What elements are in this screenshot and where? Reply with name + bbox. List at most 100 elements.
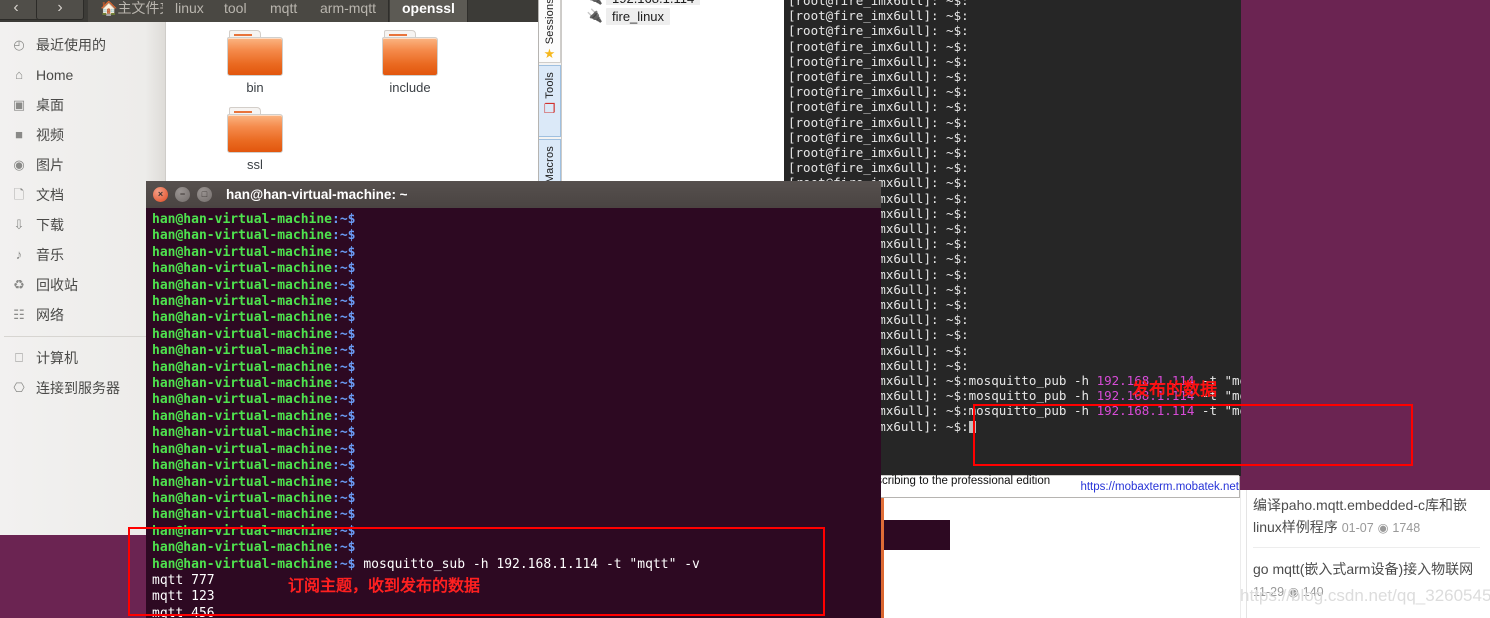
shell-prompt-dir: :~$ — [332, 392, 356, 408]
terminal-prompt-line: [root@fire_imx6ull]: ~$: — [788, 53, 969, 69]
blog-entry-title[interactable]: 编译paho.mqtt.embedded-c库和嵌 — [1253, 494, 1480, 516]
close-icon: × — [157, 189, 164, 199]
sidebar-item-music[interactable]: ♪ 音乐 — [0, 240, 165, 270]
sidebar-item-downloads[interactable]: ⇩ 下载 — [0, 210, 165, 240]
tab-label: Sessions — [543, 0, 556, 45]
published-data-annotation: 发布的数据 — [1132, 380, 1217, 400]
sidebar-item-label: 桌面 — [36, 97, 64, 113]
terminal-prompt-line: [root@fire_imx6ull]: ~$: — [788, 69, 969, 85]
tab-tools[interactable]: Tools ❐ — [539, 65, 561, 137]
close-button[interactable]: × — [153, 187, 168, 202]
forward-button[interactable]: › — [36, 0, 84, 20]
shell-prompt-dir: :~$ — [332, 244, 356, 260]
plug-icon: 🔌 — [586, 8, 604, 23]
connect-server-icon: ⎔ — [13, 380, 25, 395]
sidebar-item-computer[interactable]: ⎕ 计算机 — [0, 343, 165, 373]
shell-prompt-dir: :~$ — [332, 408, 356, 424]
folder-label: ssl — [247, 157, 263, 172]
shell-prompt: han@han-virtual-machine — [152, 343, 333, 359]
blog-sidebar-panel: 编译paho.mqtt.embedded-c库和嵌 linux样例程序 01-0… — [1240, 490, 1490, 618]
folder-item[interactable]: bin — [200, 30, 310, 95]
folder-item[interactable]: ssl — [200, 107, 310, 172]
sidebar-item-documents[interactable]: 🗋 文档 — [0, 180, 165, 210]
sidebar-item-label: Home — [36, 67, 74, 83]
sidebar-item-trash[interactable]: ♻ 回收站 — [0, 270, 165, 300]
plug-icon: 🔌 — [584, 0, 606, 5]
folder-label: bin — [246, 80, 264, 95]
sidebar-item-label: 计算机 — [36, 350, 78, 366]
shell-prompt: han@han-virtual-machine — [152, 425, 333, 441]
shell-prompt: han@han-virtual-machine — [152, 376, 333, 392]
shell-prompt: han@han-virtual-machine — [152, 212, 333, 227]
home-icon: 🏠 — [100, 0, 118, 16]
terminal-prompt-line: [root@fire_imx6ull]: ~$: — [788, 84, 969, 100]
documents-icon: 🗋 — [13, 187, 25, 202]
folder-item[interactable]: include — [355, 30, 465, 95]
shell-prompt-dir: :~$ — [332, 507, 356, 523]
blog-entry-title[interactable]: go mqtt(嵌入式arm设备)接入物联网 — [1253, 558, 1480, 580]
sidebar-item-network[interactable]: ☷ 网络 — [0, 300, 165, 330]
minimize-icon: − — [179, 189, 186, 199]
session-item[interactable]: 🔌 fire_linux — [562, 5, 802, 27]
tab-label: Tools — [543, 72, 556, 99]
terminal-prompt-line: [root@fire_imx6ull]: ~$: — [788, 38, 969, 54]
desktop-white-area — [884, 498, 1240, 618]
shell-prompt-dir: :~$ — [332, 458, 356, 474]
minimize-button[interactable]: − — [175, 187, 190, 202]
sidebar-item-pictures[interactable]: ◉ 图片 — [0, 150, 165, 180]
back-button[interactable]: ‹ — [0, 0, 40, 20]
terminal-prompt-line: [root@fire_imx6ull]: ~$: — [788, 0, 969, 8]
shell-prompt: han@han-virtual-machine — [152, 359, 333, 375]
blog-entry-date: 01-07 — [1341, 521, 1374, 535]
breadcrumb-linux[interactable]: linux — [163, 0, 217, 22]
folder-label: include — [389, 80, 431, 95]
shell-prompt: han@han-virtual-machine — [152, 310, 333, 326]
session-label: fire_linux — [606, 7, 671, 25]
maximize-button[interactable]: □ — [197, 187, 212, 202]
sidebar-item-home[interactable]: ⌂ Home — [0, 60, 165, 90]
sidebar-item-label: 连接到服务器 — [36, 380, 120, 396]
shell-prompt: han@han-virtual-machine — [152, 228, 333, 244]
shell-prompt-dir: :~$ — [332, 261, 356, 277]
sidebar-item-recent[interactable]: ◴ 最近使用的 — [0, 30, 165, 60]
breadcrumb-arm-mqtt[interactable]: arm-mqtt — [308, 0, 389, 22]
shell-prompt-dir: :~$ — [332, 212, 356, 227]
breadcrumb-openssl[interactable]: openssl — [390, 0, 468, 22]
shell-prompt: han@han-virtual-machine — [152, 392, 333, 408]
shell-prompt: han@han-virtual-machine — [152, 277, 333, 293]
shell-prompt: han@han-virtual-machine — [152, 474, 333, 490]
sidebar-item-videos[interactable]: ■ 视频 — [0, 120, 165, 150]
shell-prompt: han@han-virtual-machine — [152, 261, 333, 277]
blog-entry-subtitle[interactable]: linux样例程序 01-07 ◉ 1748 — [1253, 516, 1480, 539]
shell-prompt-dir: :~$ — [332, 376, 356, 392]
shell-prompt: han@han-virtual-machine — [152, 294, 333, 310]
terminal-fragment-block — [884, 520, 950, 550]
breadcrumb-mqtt[interactable]: mqtt — [258, 0, 311, 22]
shell-prompt-dir: :~$ — [332, 441, 356, 457]
shell-prompt-dir: :~$ — [332, 228, 356, 244]
mobaxterm-link[interactable]: https://mobaxterm.mobatek.net — [1080, 481, 1239, 493]
eye-icon: ◉ — [1287, 585, 1299, 599]
breadcrumb-tool[interactable]: tool — [212, 0, 260, 22]
sidebar-item-connect-server[interactable]: ⎔ 连接到服务器 — [0, 373, 165, 403]
shell-prompt-dir: :~$ — [332, 359, 356, 375]
shell-prompt-dir: :~$ — [332, 343, 356, 359]
sidebar-item-label: 视频 — [36, 127, 64, 143]
maximize-icon: □ — [201, 189, 208, 199]
blog-entry-date: 11-29 — [1253, 585, 1285, 599]
blog-entry-views: 140 — [1302, 585, 1324, 599]
network-icon: ☷ — [13, 307, 25, 322]
terminal-prompt-line: [root@fire_imx6ull]: ~$: — [788, 114, 969, 130]
shell-prompt: han@han-virtual-machine — [152, 458, 333, 474]
folder-icon — [227, 30, 283, 76]
terminal-titlebar[interactable]: × − □ han@han-virtual-machine: ~ — [146, 181, 881, 209]
tab-sessions[interactable]: Sessions ★ — [539, 0, 561, 63]
subscribe-annotation: 订阅主题，收到发布的数据 — [288, 576, 481, 595]
shell-prompt-dir: :~$ — [332, 277, 356, 293]
blog-entry-title2: linux样例程序 — [1253, 519, 1338, 535]
computer-icon: ⎕ — [15, 350, 23, 365]
sidebar-item-desktop[interactable]: ▣ 桌面 — [0, 90, 165, 120]
video-icon: ■ — [15, 127, 23, 142]
downloads-icon: ⇩ — [13, 217, 25, 232]
folder-icon — [227, 107, 283, 153]
